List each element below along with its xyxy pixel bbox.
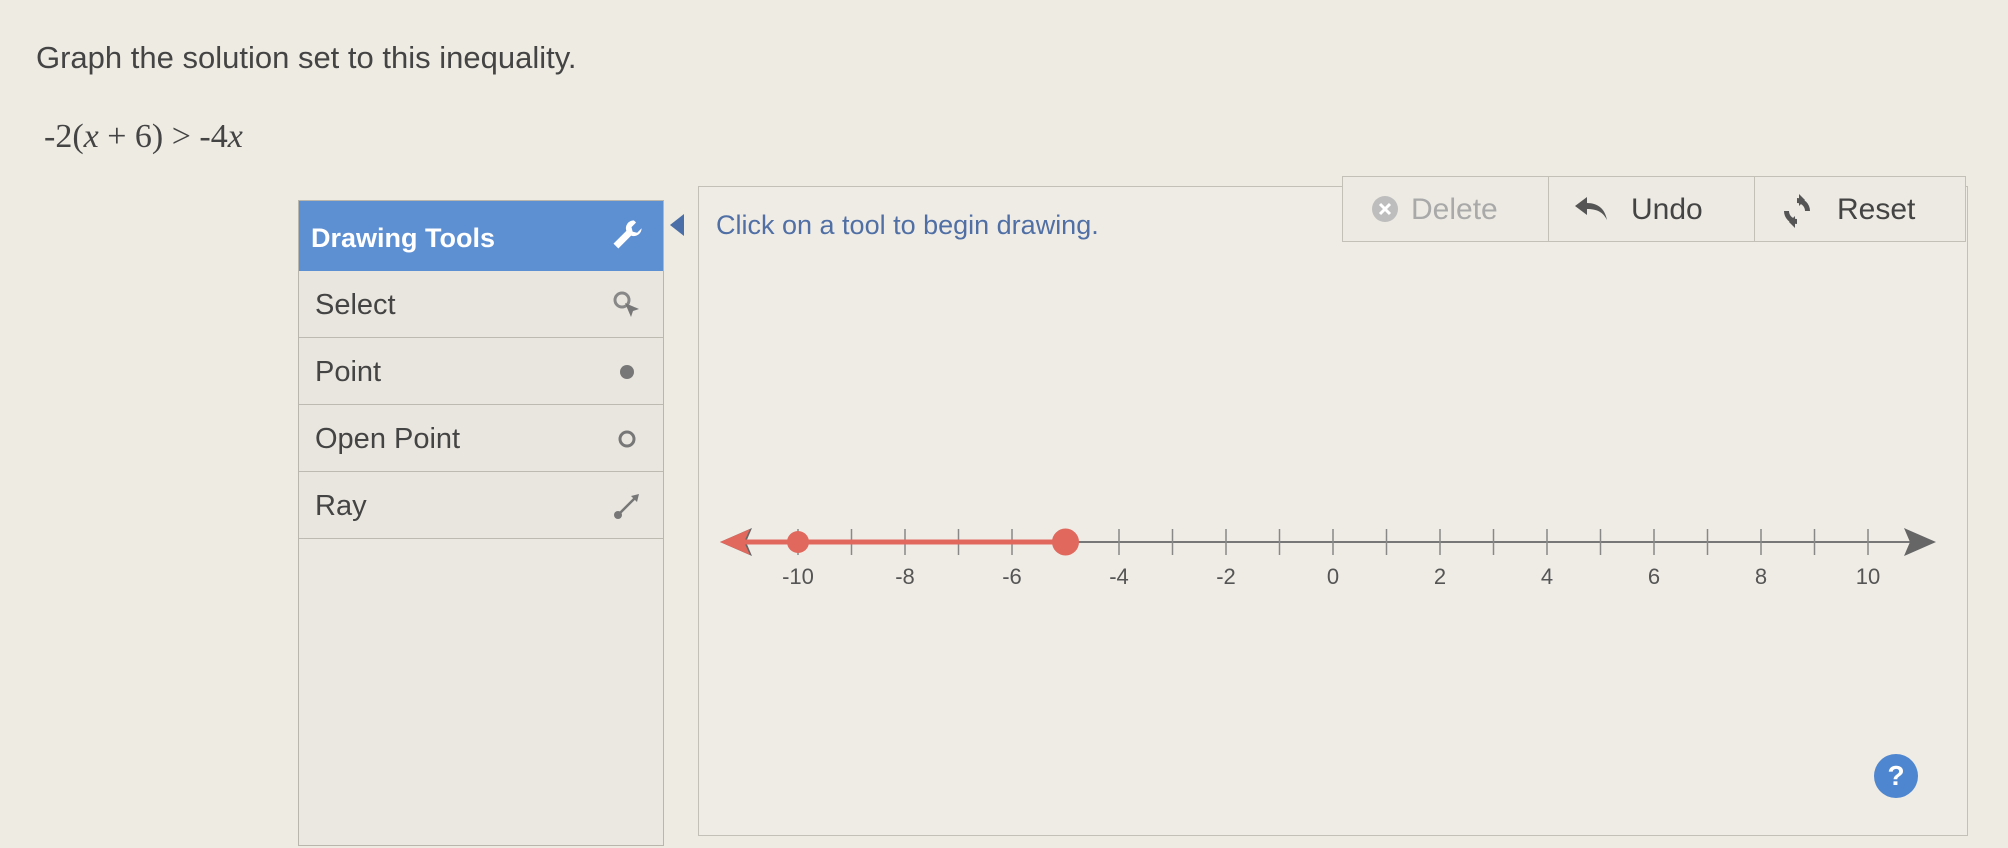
tick-label: -10 [782, 564, 814, 589]
drawing-tools-header: Drawing Tools [299, 201, 663, 271]
reset-button[interactable]: Reset [1754, 176, 1966, 242]
tool-open-point[interactable]: Open Point [299, 405, 663, 472]
tick-label: -6 [1002, 564, 1022, 589]
drawing-tools-panel: Drawing Tools Select Point Open Point Ra… [298, 200, 664, 846]
inequality-var-1: x [83, 118, 99, 155]
tool-open-point-label: Open Point [315, 423, 461, 455]
tick-label: 6 [1648, 564, 1660, 589]
number-line[interactable]: -10 -8 -6 -4 -2 0 2 4 6 8 10 [698, 492, 1958, 622]
inequality-left: -2( [44, 118, 84, 155]
undo-arrow-icon [1575, 197, 1607, 220]
tick-label: -2 [1216, 564, 1236, 589]
tick-label: -4 [1109, 564, 1129, 589]
wrench-icon [613, 220, 642, 249]
undo-button[interactable]: Undo [1548, 176, 1756, 242]
select-cursor-icon [613, 291, 639, 317]
canvas-instruction: Click on a tool to begin drawing. [716, 210, 1099, 240]
tool-point-label: Point [315, 356, 382, 388]
question-text: Graph the solution set to this inequalit… [36, 40, 577, 75]
reset-refresh-icon [1784, 194, 1810, 228]
tool-ray-label: Ray [315, 490, 367, 522]
undo-label: Undo [1631, 193, 1703, 226]
ray-icon [614, 494, 639, 519]
delete-icon [1372, 196, 1398, 222]
ray-endpoint [1052, 528, 1079, 556]
tick-label: -8 [895, 564, 915, 589]
inequality: -2(x + 6) > -4x [44, 118, 243, 156]
tool-ray[interactable]: Ray [299, 472, 663, 539]
collapse-panel-arrow-icon[interactable] [670, 214, 684, 236]
drawing-tools-title: Drawing Tools [311, 223, 496, 253]
reset-label: Reset [1837, 193, 1916, 226]
tick-label: 8 [1755, 564, 1767, 589]
help-button[interactable]: ? [1874, 754, 1918, 798]
inequality-var-2: x [227, 118, 243, 155]
tool-point[interactable]: Point [299, 338, 663, 405]
inequality-mid: + 6) > -4 [98, 118, 228, 155]
tool-select-label: Select [315, 289, 396, 321]
tick-label: 10 [1856, 564, 1880, 589]
tick-label: 2 [1434, 564, 1446, 589]
graphing-widget: Drawing Tools Select Point Open Point Ra… [298, 162, 1968, 846]
tick-label: 0 [1327, 564, 1339, 589]
tick-label: 4 [1541, 564, 1553, 589]
ray-handle-point [787, 531, 809, 553]
open-circle-icon [618, 430, 636, 448]
delete-button[interactable]: Delete [1342, 176, 1550, 242]
tool-select[interactable]: Select [299, 271, 663, 338]
filled-dot-icon [620, 365, 634, 379]
delete-label: Delete [1411, 193, 1498, 226]
